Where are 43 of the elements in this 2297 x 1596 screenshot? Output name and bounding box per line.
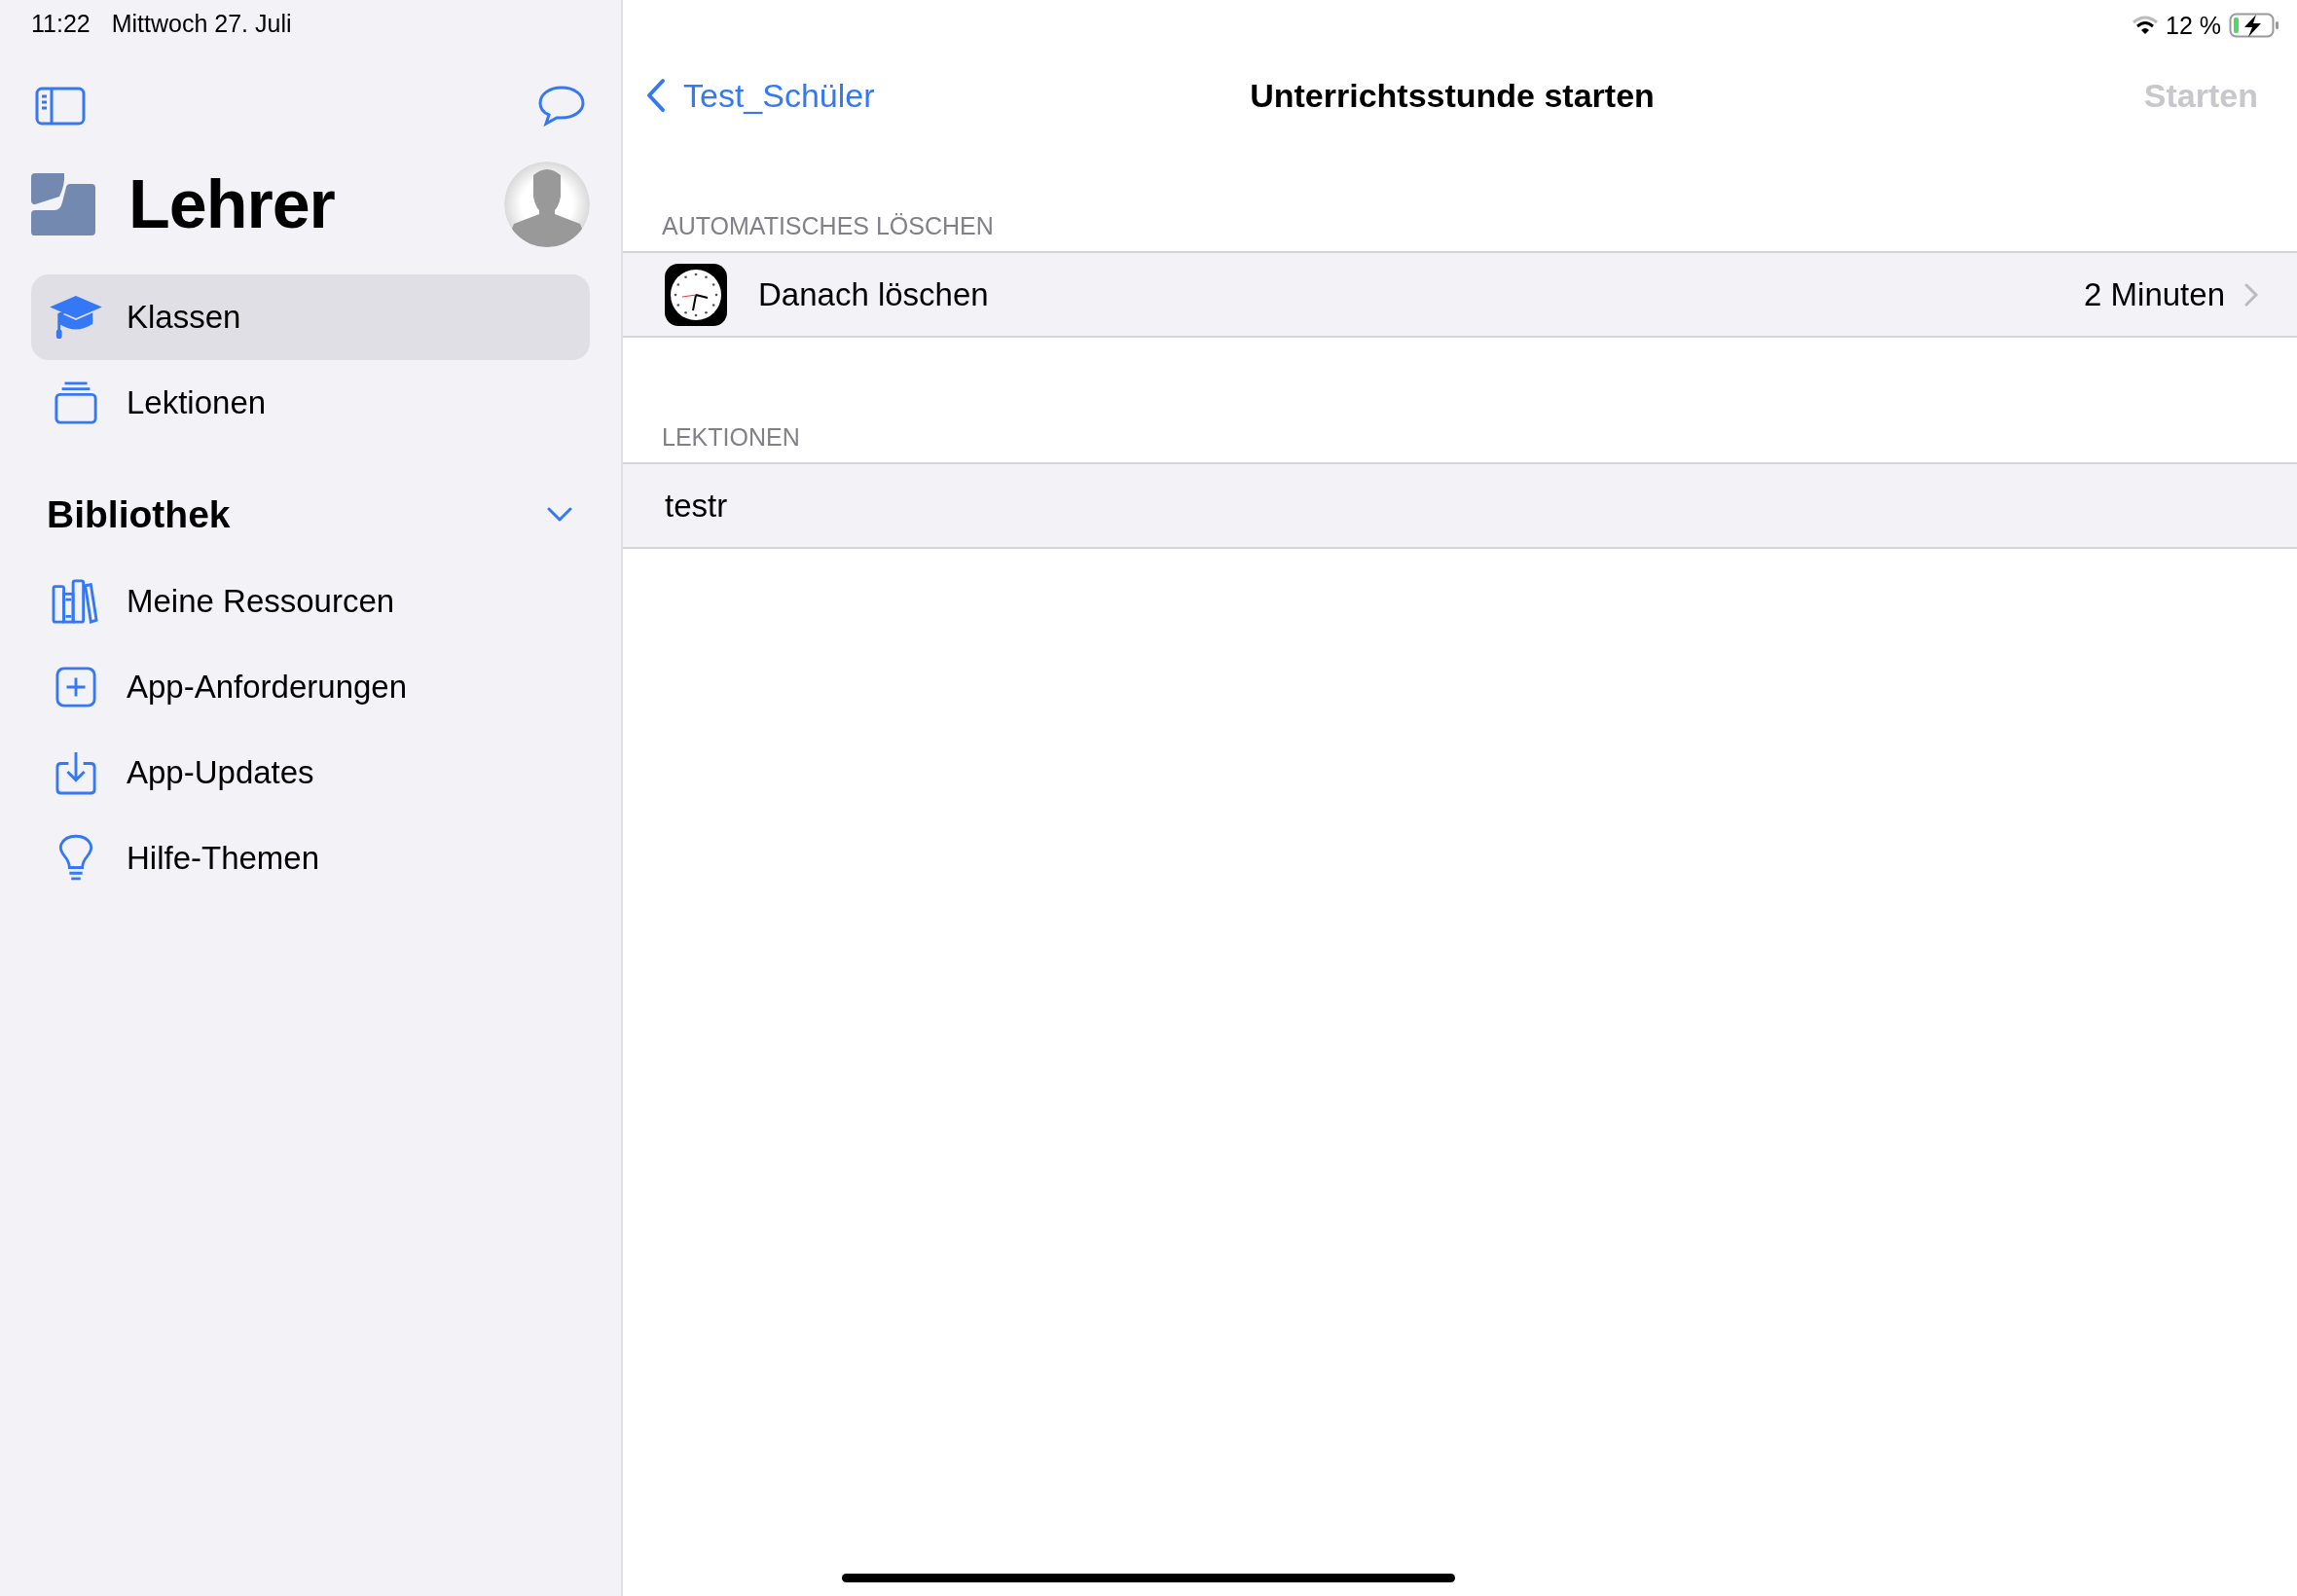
- status-time: 11:22: [31, 10, 91, 39]
- navigation-title: Unterrichtsstunde starten: [1250, 76, 1655, 115]
- sidebar-toggle-icon[interactable]: [35, 87, 86, 126]
- library-section-header[interactable]: Bibliothek: [0, 471, 621, 559]
- sidebar-item[interactable]: Hilfe-Themen: [31, 816, 590, 901]
- status-date: Mittwoch 27. Juli: [111, 10, 292, 39]
- avatar-silhouette[interactable]: [504, 162, 590, 247]
- battery-charging-icon: [2229, 13, 2279, 38]
- sidebar-item[interactable]: App-Updates: [31, 730, 590, 816]
- chevron-left-icon: [646, 78, 666, 113]
- battery-percentage: 12 %: [2166, 11, 2221, 40]
- library-title: Bibliothek: [47, 493, 231, 536]
- clock-icon: [665, 263, 727, 326]
- sidebar-item-label: Meine Ressourcen: [127, 583, 395, 620]
- lesson-row[interactable]: testr: [623, 464, 2297, 547]
- download-icon: [55, 750, 96, 795]
- sidebar-item-label: App-Anforderungen: [127, 669, 408, 706]
- row-value: 2 Minuten: [2084, 275, 2225, 313]
- graduation-cap-icon: [48, 294, 104, 341]
- settings-row[interactable]: Danach löschen 2 Minuten: [623, 253, 2297, 336]
- sidebar-item[interactable]: App-Anforderungen: [31, 644, 590, 730]
- back-button[interactable]: Test_Schüler: [646, 76, 875, 115]
- row-label: testr: [665, 487, 729, 525]
- section-header: LEKTIONEN: [661, 422, 801, 453]
- books-icon: [51, 579, 101, 624]
- section-header: AUTOMATISCHES LÖSCHEN: [661, 211, 995, 241]
- sidebar-title: Lehrer: [128, 165, 336, 243]
- sidebar-item-label: Lektionen: [127, 384, 267, 421]
- sidebar-item-label: Klassen: [127, 299, 241, 336]
- sidebar-item[interactable]: Meine Ressourcen: [31, 559, 590, 644]
- sidebar-item-label: App-Updates: [127, 754, 314, 791]
- chevron-right-icon: [2244, 282, 2258, 307]
- app-logo-icon: [31, 173, 95, 236]
- lightbulb-icon: [57, 834, 94, 883]
- wifi-icon: [2133, 16, 2158, 35]
- chevron-icon: [547, 507, 572, 523]
- speech-bubble-icon[interactable]: [537, 85, 586, 127]
- stacked-cards-icon: [54, 381, 98, 425]
- row-label: Danach löschen: [758, 275, 990, 313]
- sidebar-item[interactable]: Lektionen: [31, 360, 590, 446]
- sidebar-item[interactable]: Klassen: [31, 274, 590, 360]
- sidebar-item-label: Hilfe-Themen: [127, 840, 320, 877]
- plus-square-icon: [55, 667, 96, 707]
